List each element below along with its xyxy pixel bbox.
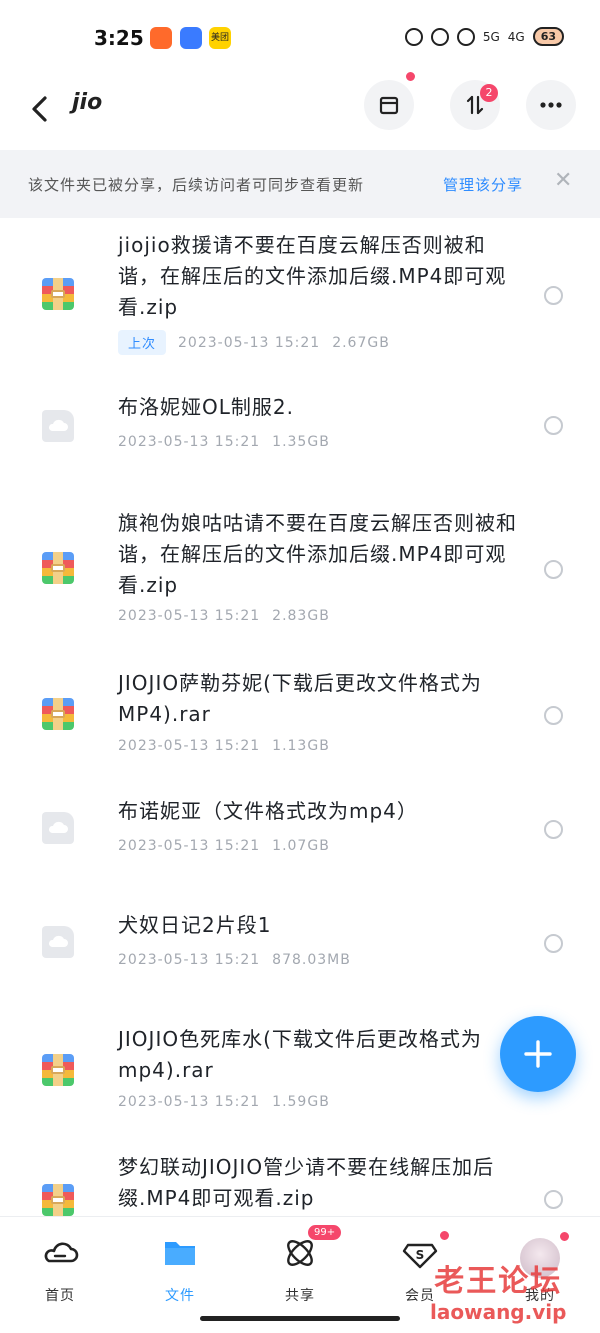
vip-notification-dot — [438, 1229, 451, 1242]
file-name: 旗袍伪娘咕咕请不要在百度云解压否则被和谐，在解压后的文件添加后缀.MP4即可观看… — [118, 511, 517, 597]
network-4g-label: 4G — [507, 29, 525, 44]
select-checkbox[interactable] — [544, 706, 563, 725]
file-row[interactable]: 布诺妮亚（文件格式改为mp4） 2023-05-13 15:21 1.07GB — [0, 778, 600, 888]
share-notice-bar: 该文件夹已被分享，后续访问者可同步查看更新 管理该分享 ✕ — [0, 150, 600, 218]
add-button[interactable] — [500, 1016, 576, 1092]
bike-icon — [430, 27, 449, 46]
file-meta: 2023-05-13 15:21 1.59GB — [118, 1094, 330, 1110]
svg-text:S: S — [416, 1248, 425, 1262]
file-size: 2.67GB — [332, 334, 390, 351]
tab-home-label: 首页 — [45, 1288, 75, 1304]
multi-select-button[interactable] — [364, 70, 417, 130]
file-row[interactable]: 布洛妮娅OL制服2. 2023-05-13 15:21 1.35GB — [0, 368, 600, 488]
atom-share-icon: 99+ — [280, 1225, 342, 1273]
tab-share-label: 共享 — [285, 1288, 315, 1304]
file-meta: 2023-05-13 15:21 1.35GB — [118, 434, 330, 450]
home-indicator — [200, 1316, 400, 1321]
tab-files-label: 文件 — [165, 1288, 195, 1304]
file-size: 1.07GB — [272, 838, 330, 854]
file-size: 878.03MB — [272, 952, 351, 968]
notification-dot — [404, 70, 417, 83]
watermark: 老王论坛 laowang.vip — [430, 1256, 566, 1324]
watermark-line2: laowang.vip — [430, 1300, 567, 1324]
file-size: 1.59GB — [272, 1094, 330, 1110]
file-date: 2023-05-13 15:21 — [118, 952, 261, 968]
file-date: 2023-05-13 15:21 — [118, 434, 261, 450]
file-date: 2023-05-13 15:21 — [118, 838, 261, 854]
file-name: JIOJIO色死库水(下载文件后更改格式为mp4).rar — [118, 1027, 482, 1082]
network-5g-label: 5G — [482, 29, 500, 44]
tab-files[interactable]: 文件 — [140, 1233, 220, 1305]
file-date: 2023-05-13 15:21 — [118, 608, 261, 624]
file-row[interactable]: 犬奴日记2片段1 2023-05-13 15:21 878.03MB — [0, 892, 600, 1002]
zip-archive-icon — [42, 1184, 74, 1216]
zip-archive-icon — [42, 1054, 74, 1086]
status-time: 3:25 — [94, 26, 144, 50]
more-dots-icon — [540, 102, 562, 108]
file-date: 2023-05-13 15:21 — [118, 738, 261, 754]
cat-icon — [456, 27, 475, 46]
file-row[interactable]: 旗袍伪娘咕咕请不要在百度云解压否则被和谐，在解压后的文件添加后缀.MP4即可观看… — [0, 488, 600, 648]
cloud-home-icon — [40, 1233, 80, 1273]
file-date: 2023-05-13 15:21 — [178, 334, 321, 351]
file-size: 1.13GB — [272, 738, 330, 754]
file-row[interactable]: JIOJIO萨勒芬妮(下载后更改文件格式为MP4).rar 2023-05-13… — [0, 648, 600, 768]
select-checkbox[interactable] — [544, 820, 563, 839]
manage-share-link[interactable]: 管理该分享 — [443, 174, 523, 195]
file-size: 1.35GB — [272, 434, 330, 450]
app-badge-orange-icon — [150, 27, 172, 49]
transfer-list-button[interactable]: 2 — [450, 80, 500, 130]
file-date: 2023-05-13 15:21 — [118, 1094, 261, 1110]
file-name: 梦幻联动JIOJIO管少请不要在线解压加后缀.MP4即可观看.zip — [118, 1155, 495, 1210]
folder-icon — [160, 1233, 200, 1273]
cloud-file-icon — [42, 926, 74, 958]
tab-share[interactable]: 99+ 共享 — [260, 1225, 342, 1305]
share-notice-text: 该文件夹已被分享，后续访问者可同步查看更新 — [28, 176, 365, 194]
back-arrow-icon[interactable] — [28, 94, 52, 124]
zip-archive-icon — [42, 552, 74, 584]
file-meta: 2023-05-13 15:21 1.13GB — [118, 738, 330, 754]
share-count-badge: 99+ — [308, 1225, 342, 1240]
file-meta: 2023-05-13 15:21 878.03MB — [118, 952, 351, 968]
more-button[interactable] — [526, 80, 576, 130]
file-meta: 上次 2023-05-13 15:21 2.67GB — [118, 330, 390, 355]
folder-header: jio 2 — [0, 70, 600, 150]
folder-title: jio — [72, 90, 103, 115]
cloud-file-icon — [42, 812, 74, 844]
status-bar: 3:25 美团 5G 4G 63 — [0, 0, 600, 76]
window-icon — [379, 96, 399, 115]
file-meta: 2023-05-13 15:21 1.07GB — [118, 838, 330, 854]
file-size: 2.83GB — [272, 608, 330, 624]
zip-archive-icon — [42, 698, 74, 730]
file-meta: 2023-05-13 15:21 2.83GB — [118, 608, 330, 624]
file-row[interactable]: 梦幻联动JIOJIO管少请不要在线解压加后缀.MP4即可观看.zip — [0, 1148, 600, 1216]
file-name: jiojio救援请不要在百度云解压否则被和谐，在解压后的文件添加后缀.MP4即可… — [118, 233, 507, 319]
alarm-icon — [404, 27, 423, 46]
file-name: JIOJIO萨勒芬妮(下载后更改文件格式为MP4).rar — [118, 671, 482, 726]
file-name: 布诺妮亚（文件格式改为mp4） — [118, 799, 418, 823]
watermark-line1: 老王论坛 — [434, 1264, 563, 1299]
profile-notification-dot — [558, 1230, 571, 1243]
select-checkbox[interactable] — [544, 1190, 563, 1209]
app-badge-blue-icon — [180, 27, 202, 49]
select-checkbox[interactable] — [544, 560, 563, 579]
file-name: 犬奴日记2片段1 — [118, 913, 272, 937]
meituan-badge-icon: 美团 — [209, 27, 231, 49]
close-notice-icon[interactable]: ✕ — [554, 168, 572, 193]
zip-archive-icon — [42, 278, 74, 310]
select-checkbox[interactable] — [544, 286, 563, 305]
file-row[interactable]: jiojio救援请不要在百度云解压否则被和谐，在解压后的文件添加后缀.MP4即可… — [0, 218, 600, 368]
select-checkbox[interactable] — [544, 934, 563, 953]
battery-indicator: 63 — [532, 27, 564, 46]
file-name: 布洛妮娅OL制服2. — [118, 395, 294, 419]
status-icons: 5G 4G 63 — [404, 27, 564, 46]
select-checkbox[interactable] — [544, 416, 563, 435]
plus-icon — [524, 1040, 552, 1068]
last-opened-tag: 上次 — [118, 330, 167, 355]
tab-home[interactable]: 首页 — [20, 1233, 100, 1305]
cloud-file-icon — [42, 410, 74, 442]
transfer-count-badge: 2 — [480, 84, 498, 102]
